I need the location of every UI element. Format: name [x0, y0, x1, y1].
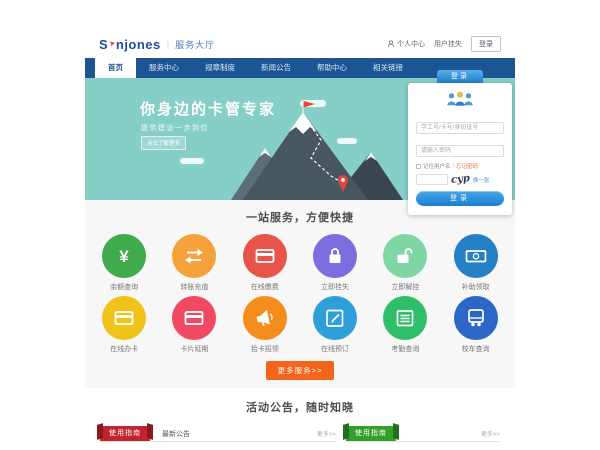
nav-item-news[interactable]: 新闻公告: [248, 58, 304, 78]
more-link-right[interactable]: 更多>>: [481, 429, 500, 438]
nav-item-help-center[interactable]: 帮助中心: [304, 58, 360, 78]
page-canvas: S➤njones | 服务大厅 个人中心 用户挂失 登录 首页 服务中心 规章制…: [0, 0, 600, 450]
nav-item-home[interactable]: 首页: [95, 58, 136, 78]
logo-divider: |: [167, 39, 169, 49]
service-attendance-inquiry[interactable]: 考勤查询: [370, 296, 440, 354]
refresh-captcha-link[interactable]: 换一张: [473, 176, 490, 184]
cloud-icon: [180, 158, 204, 164]
announcements-title: 活动公告，随时知晓: [85, 399, 515, 415]
username-input[interactable]: [416, 122, 504, 134]
hero-cta-button[interactable]: 点击了解更多: [141, 136, 186, 150]
bank-card-icon: [253, 244, 277, 268]
site-tagline: 服务大厅: [175, 38, 215, 51]
remember-row: 记住用户名 | 忘记密码: [416, 162, 504, 170]
service-online-booking[interactable]: 在线预订: [300, 296, 370, 354]
remember-checkbox[interactable]: [416, 164, 421, 169]
bank-card-icon: [182, 306, 206, 330]
personal-center-link[interactable]: 个人中心: [387, 39, 425, 49]
service-school-bus-inquiry[interactable]: 校车查询: [440, 296, 510, 354]
header-login-button[interactable]: 登录: [471, 36, 501, 52]
schedule-icon: [393, 306, 417, 330]
service-subsidy-collect[interactable]: 补助领取: [440, 234, 510, 292]
person-icon: [387, 40, 395, 48]
login-submit-button[interactable]: 登录: [416, 191, 504, 206]
service-card-extension[interactable]: 卡片延期: [159, 296, 229, 354]
logo[interactable]: S➤njones | 服务大厅: [99, 37, 215, 52]
more-services-button[interactable]: 更多服务>>: [266, 361, 335, 380]
service-found-card-claim[interactable]: 拾卡招领: [230, 296, 300, 354]
personal-center-label: 个人中心: [397, 39, 425, 49]
services-grid: ¥ 余额查询 转账充值 在线缴费: [85, 234, 515, 358]
logo-text: S: [99, 37, 108, 52]
divider: |: [453, 163, 454, 169]
tab-usage-guide-right[interactable]: 使用指南: [346, 426, 396, 441]
service-report-loss[interactable]: 立即挂失: [300, 234, 370, 292]
captcha-row: cyp 换一张: [416, 174, 504, 185]
password-input[interactable]: [416, 145, 504, 157]
login-tab[interactable]: 登录: [437, 70, 483, 83]
users-group-icon: [416, 90, 504, 112]
announcement-panel-right: 使用指南 更多>>: [346, 426, 500, 442]
banknote-icon: [464, 244, 488, 268]
yuan-icon: ¥: [112, 244, 136, 268]
lock-icon: [323, 244, 347, 268]
header-links: 个人中心 用户挂失 登录: [387, 36, 501, 52]
tab-usage-guide-left[interactable]: 使用指南: [100, 426, 150, 441]
flag-pole: [302, 101, 303, 114]
logo-text-rest: njones: [116, 37, 161, 52]
site-header: S➤njones | 服务大厅 个人中心 用户挂失 登录: [85, 30, 515, 58]
announcement-panel-left: 使用指南 最新公告 更多>>: [100, 426, 336, 442]
mountain-illustration: [203, 100, 403, 200]
nav-item-service-center[interactable]: 服务中心: [136, 58, 192, 78]
captcha-input[interactable]: [416, 174, 448, 185]
captcha-image[interactable]: cyp: [450, 173, 470, 186]
forgot-password-link[interactable]: 忘记密码: [456, 162, 478, 170]
hero-subtitle: 提供建设一步到位: [141, 123, 209, 133]
edit-icon: [323, 306, 347, 330]
more-link-left[interactable]: 更多>>: [317, 429, 336, 438]
service-cancel-loss[interactable]: 立即解挂: [370, 234, 440, 292]
unlock-icon: [393, 244, 417, 268]
megaphone-icon: [253, 306, 277, 330]
announcement-panels: 使用指南 最新公告 更多>> 使用指南 更多>>: [85, 426, 515, 442]
login-card: 记住用户名 | 忘记密码 cyp 换一张 登录: [408, 83, 512, 215]
announcements-section: 活动公告，随时知晓 使用指南 最新公告 更多>> 使用指南 更多>>: [85, 388, 515, 450]
flag-icon: [304, 101, 315, 108]
user-loss-report-link[interactable]: 用户挂失: [434, 39, 462, 49]
nav-item-regulations[interactable]: 规章制度: [192, 58, 248, 78]
svg-text:¥: ¥: [119, 247, 129, 266]
bus-icon: [464, 306, 488, 330]
site-wrapper: S➤njones | 服务大厅 个人中心 用户挂失 登录 首页 服务中心 规章制…: [85, 30, 515, 450]
user-loss-report-label: 用户挂失: [434, 39, 462, 49]
service-balance-inquiry[interactable]: ¥ 余额查询: [89, 234, 159, 292]
login-panel: 登录 记住用户名 | 忘记密码: [408, 70, 512, 215]
services-section: 一站服务，方便快捷 ¥ 余额查询 转账充值: [85, 200, 515, 388]
remember-label: 记住用户名: [423, 162, 451, 170]
transfer-arrows-icon: [182, 244, 206, 268]
service-online-card-apply[interactable]: 在线办卡: [89, 296, 159, 354]
service-online-payment[interactable]: 在线缴费: [230, 234, 300, 292]
tab-latest-announcements[interactable]: 最新公告: [162, 429, 190, 439]
bank-card-icon: [112, 306, 136, 330]
service-transfer-recharge[interactable]: 转账充值: [159, 234, 229, 292]
